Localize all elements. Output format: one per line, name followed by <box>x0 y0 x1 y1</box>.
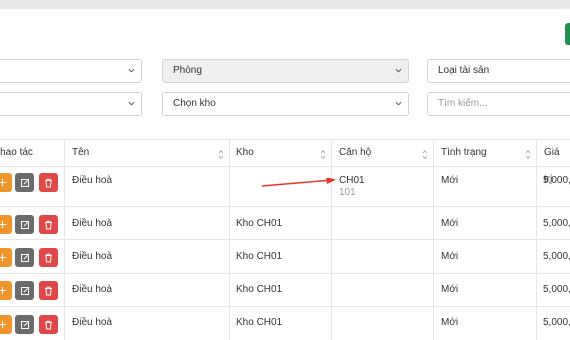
cell-status: Mới <box>441 284 459 295</box>
trash-icon <box>44 286 53 296</box>
move-button[interactable] <box>0 215 12 234</box>
edit-icon <box>20 286 30 296</box>
cell-status: Mới <box>441 218 459 229</box>
row-divider <box>0 239 570 240</box>
sort-icon[interactable] <box>320 147 326 160</box>
trash-icon <box>44 178 53 188</box>
asset-type-select[interactable]: Loại tài sản <box>427 59 570 83</box>
cell-warehouse: Kho CH01 <box>236 284 283 295</box>
header-actions: Thao tác <box>0 147 33 158</box>
move-icon <box>0 320 7 329</box>
move-button[interactable] <box>0 315 12 334</box>
cell-name: Điều hoà <box>72 218 113 229</box>
chevron-down-icon <box>128 100 135 107</box>
warehouse-select-value: Chọn kho <box>173 98 216 109</box>
cell-apartment-room: 101 <box>339 187 356 198</box>
header-warehouse[interactable]: Kho <box>229 139 254 166</box>
top-bar <box>0 0 570 9</box>
sort-icon[interactable] <box>218 147 224 160</box>
edit-button[interactable] <box>15 173 34 192</box>
trash-icon <box>44 320 53 330</box>
room-select[interactable]: Phòng <box>162 59 409 83</box>
delete-button[interactable] <box>39 248 58 267</box>
add-button[interactable] <box>565 23 570 45</box>
move-icon <box>0 286 7 295</box>
chevron-down-icon <box>395 67 402 74</box>
table-header-border <box>0 166 570 167</box>
edit-button[interactable] <box>15 315 34 334</box>
room-select-value: Phòng <box>173 65 202 76</box>
delete-button[interactable] <box>39 315 58 334</box>
arrow-annotation <box>261 178 336 187</box>
cell-name: Điều hoà <box>72 317 113 328</box>
cell-value: 5,000,000 <box>543 251 570 262</box>
move-button[interactable] <box>0 173 12 192</box>
delete-button[interactable] <box>39 281 58 300</box>
header-name[interactable]: Tên <box>65 139 89 166</box>
delete-button[interactable] <box>39 173 58 192</box>
delete-button[interactable] <box>39 215 58 234</box>
cell-apartment: CH01 <box>339 175 365 186</box>
cell-value: 5,000,000 <box>543 317 570 328</box>
header-status[interactable]: Tình trạng <box>434 139 487 166</box>
cell-value: 5,000,000 <box>543 175 570 186</box>
sort-icon[interactable] <box>422 147 428 160</box>
edit-button[interactable] <box>15 281 34 300</box>
warehouse-select[interactable]: Chọn kho <box>162 92 409 116</box>
edit-button[interactable] <box>15 215 34 234</box>
cell-warehouse: Kho CH01 <box>236 317 283 328</box>
trash-icon <box>44 253 53 263</box>
row-divider <box>0 273 570 274</box>
edit-icon <box>20 320 30 330</box>
cell-status: Mới <box>441 317 459 328</box>
trash-icon <box>44 220 53 230</box>
edit-icon <box>20 253 30 263</box>
cell-name: Điều hoà <box>72 175 113 186</box>
edit-icon <box>20 220 30 230</box>
header-value[interactable]: Giá trị <box>537 139 570 185</box>
cell-warehouse: Kho CH01 <box>236 251 283 262</box>
cell-name: Điều hoà <box>72 284 113 295</box>
cell-status: Mới <box>441 251 459 262</box>
cell-warehouse: Kho CH01 <box>236 218 283 229</box>
cell-status: Mới <box>441 175 459 186</box>
cell-value: 5,000,000 <box>543 218 570 229</box>
sort-icon[interactable] <box>525 147 531 160</box>
edit-button[interactable] <box>15 248 34 267</box>
filter-select-2[interactable] <box>0 92 142 116</box>
row-divider <box>0 206 570 207</box>
asset-type-select-value: Loại tài sản <box>438 65 490 76</box>
row-divider <box>0 306 570 307</box>
move-button[interactable] <box>0 281 12 300</box>
move-icon <box>0 220 7 229</box>
chevron-down-icon <box>128 67 135 74</box>
chevron-down-icon <box>395 100 402 107</box>
cell-name: Điều hoà <box>72 251 113 262</box>
move-button[interactable] <box>0 248 12 267</box>
cell-value: 5,000,000 <box>543 284 570 295</box>
search-input-placeholder: Tìm kiếm... <box>438 98 488 109</box>
header-apartment[interactable]: Căn hộ <box>332 139 371 166</box>
search-input[interactable]: Tìm kiếm... <box>427 92 570 116</box>
filter-select-1[interactable] <box>0 59 142 83</box>
edit-icon <box>20 178 30 188</box>
move-icon <box>0 253 7 262</box>
move-icon <box>0 178 7 187</box>
